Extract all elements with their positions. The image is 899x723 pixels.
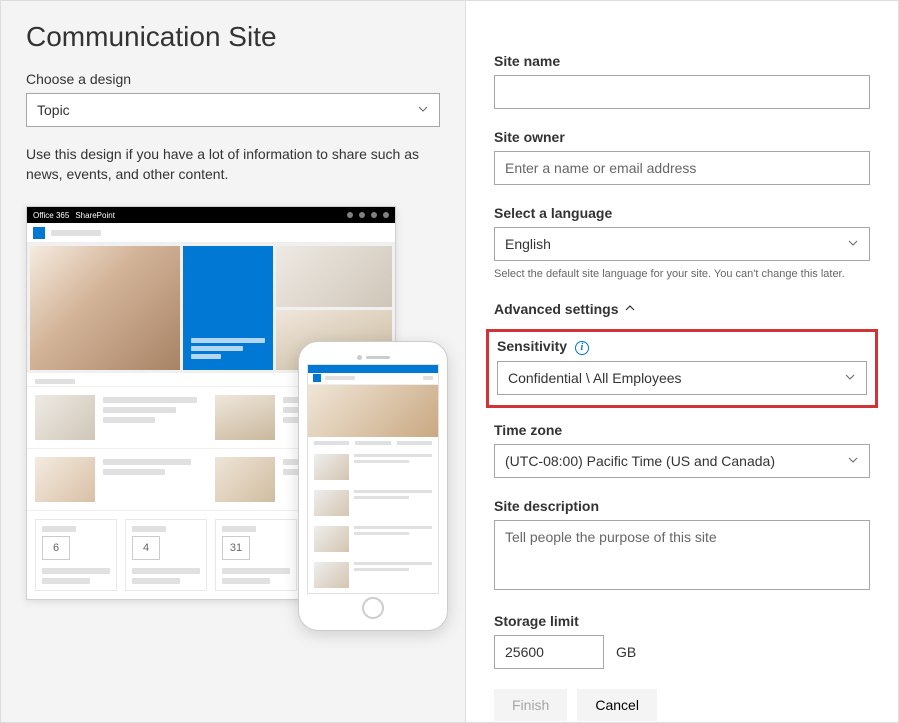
advanced-settings-toggle[interactable]: Advanced settings: [494, 301, 870, 317]
preview-app-label: Office 365: [33, 211, 69, 220]
event-date: 6: [42, 536, 70, 560]
advanced-settings-label: Advanced settings: [494, 301, 618, 317]
chevron-down-icon: [417, 102, 429, 118]
storage-input[interactable]: [494, 635, 604, 669]
sensitivity-label: Sensitivity i: [497, 338, 867, 354]
site-name-label: Site name: [494, 53, 870, 69]
storage-unit: GB: [616, 644, 636, 660]
chevron-down-icon: [844, 370, 856, 386]
event-date: 4: [132, 536, 160, 560]
phone-preview: [298, 341, 448, 631]
sensitivity-highlight: Sensitivity i Confidential \ All Employe…: [486, 329, 878, 407]
timezone-label: Time zone: [494, 422, 870, 438]
description-textarea[interactable]: [494, 520, 870, 590]
preview-header: [27, 223, 395, 243]
design-label: Choose a design: [26, 71, 440, 87]
preview-area: Office 365 SharePoint: [26, 206, 440, 626]
language-select-value: English: [505, 236, 551, 252]
site-owner-label: Site owner: [494, 129, 870, 145]
preview-app-label2: SharePoint: [75, 211, 115, 220]
timezone-select[interactable]: (UTC-08:00) Pacific Time (US and Canada): [494, 444, 870, 478]
design-select[interactable]: Topic: [26, 93, 440, 127]
storage-label: Storage limit: [494, 613, 870, 629]
design-description: Use this design if you have a lot of inf…: [26, 145, 440, 184]
left-panel: Communication Site Choose a design Topic…: [1, 1, 466, 722]
chevron-down-icon: [847, 453, 859, 469]
preview-topbar: Office 365 SharePoint: [27, 207, 395, 223]
language-select[interactable]: English: [494, 227, 870, 261]
language-label: Select a language: [494, 205, 870, 221]
chevron-up-icon: [624, 301, 636, 317]
description-label: Site description: [494, 498, 870, 514]
design-select-value: Topic: [37, 102, 70, 118]
page-title: Communication Site: [26, 21, 440, 53]
site-logo-icon: [313, 374, 321, 382]
finish-button[interactable]: Finish: [494, 689, 567, 721]
cancel-button[interactable]: Cancel: [577, 689, 657, 721]
site-owner-input[interactable]: [494, 151, 870, 185]
timezone-select-value: (UTC-08:00) Pacific Time (US and Canada): [505, 453, 775, 469]
language-help-text: Select the default site language for you…: [494, 267, 870, 281]
sensitivity-select-value: Confidential \ All Employees: [508, 370, 682, 386]
sensitivity-select[interactable]: Confidential \ All Employees: [497, 361, 867, 395]
right-panel: Site name Site owner Select a language E…: [466, 1, 898, 722]
site-logo-icon: [33, 227, 45, 239]
site-name-input[interactable]: [494, 75, 870, 109]
home-button-icon: [362, 597, 384, 619]
info-icon[interactable]: i: [575, 341, 589, 355]
chevron-down-icon: [847, 236, 859, 252]
event-date: 31: [222, 536, 250, 560]
